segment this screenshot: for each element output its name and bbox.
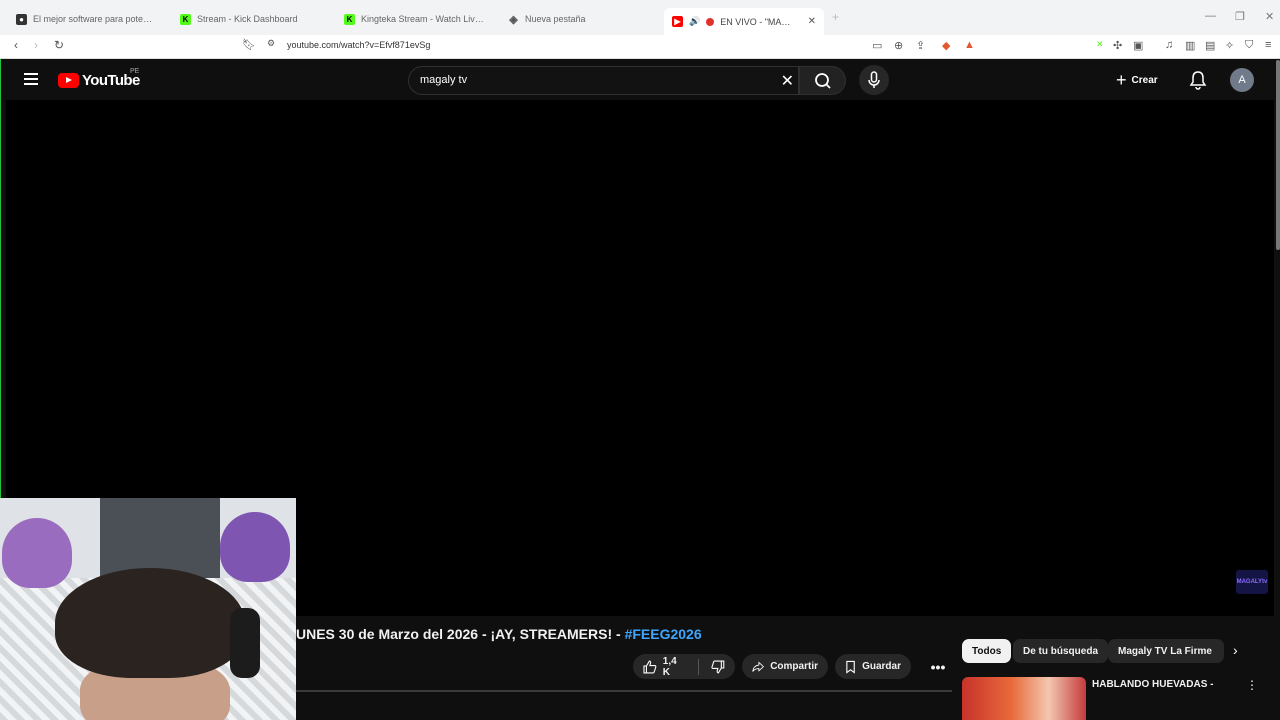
brave-shields-icon[interactable]: ◆	[942, 39, 950, 52]
reload-icon[interactable]: ↻	[54, 38, 64, 52]
live-dot-icon	[706, 17, 715, 26]
tab-close-icon[interactable]: ✕	[808, 16, 816, 27]
browser-tab-4[interactable]: ◈ Nueva pestaña	[500, 8, 660, 30]
search-icon	[815, 73, 831, 89]
clear-search-icon[interactable]: ✕	[781, 71, 794, 91]
wallet-icon[interactable]: ▤	[1205, 39, 1215, 52]
youtube-logo[interactable]: YouTube PE	[58, 68, 140, 89]
search-button[interactable]	[799, 66, 846, 95]
plus-icon: +	[1116, 69, 1127, 90]
browser-tab-3[interactable]: K Kingteka Stream - Watch Live on Kick	[336, 8, 496, 30]
back-icon[interactable]: ‹	[14, 38, 18, 52]
youtube-play-icon	[58, 73, 79, 88]
video-hashtag[interactable]: #FEEG2026	[625, 626, 702, 642]
site-settings-icon[interactable]: ⚙	[267, 38, 275, 49]
speaker-icon[interactable]: 🔊	[689, 16, 700, 27]
share-button[interactable]: Compartir	[742, 654, 828, 679]
chip-de-tu-busqueda[interactable]: De tu búsqueda	[1013, 639, 1109, 663]
kick-favicon-icon: K	[180, 13, 191, 25]
browser-menu-icon[interactable]: ≡	[1265, 39, 1271, 51]
forward-icon[interactable]: ›	[34, 38, 38, 52]
create-button[interactable]: + Crear	[1116, 67, 1158, 93]
tab-label: EN VIVO - "MAGALY TV |	[720, 16, 795, 27]
streamer-hair	[55, 568, 245, 678]
tab-label: Stream - Kick Dashboard	[197, 14, 298, 24]
headset	[230, 608, 260, 678]
gengar-plush-left	[2, 518, 72, 588]
recommendation-title[interactable]: HABLANDO HUEVADAS -	[1092, 679, 1213, 690]
notifications-bell-icon[interactable]	[1189, 70, 1207, 90]
tab-label: Nueva pestaña	[525, 14, 586, 24]
kick-extension-icon[interactable]: ✕	[1096, 39, 1104, 50]
search-query: magaly tv	[420, 74, 468, 86]
region-code: PE	[130, 68, 140, 75]
like-divider	[698, 658, 700, 675]
cast-icon[interactable]: ▭	[872, 39, 882, 52]
kick-favicon-icon: K	[344, 13, 355, 25]
page-scrollbar[interactable]	[1276, 60, 1280, 250]
share-label: Compartir	[770, 661, 818, 672]
youtube-masthead: YouTube PE magaly tv ✕ + Crear A	[6, 60, 1280, 100]
leo-ai-icon[interactable]: ✧	[1225, 39, 1234, 52]
more-actions-button[interactable]: •••	[922, 654, 954, 679]
more-horizontal-icon: •••	[930, 658, 946, 675]
tab-search-icon[interactable]: ▣	[1133, 39, 1143, 52]
browser-tab-youtube-active[interactable]: ▶ 🔊 EN VIVO - "MAGALY TV | ✕	[664, 8, 824, 35]
video-title: UNES 30 de Marzo del 2026 - ¡AY, STREAME…	[296, 626, 702, 642]
chip-magaly-tv-la-firme[interactable]: Magaly TV La Firme	[1108, 639, 1224, 663]
webcam-overlay	[0, 498, 296, 720]
microphone-icon	[868, 71, 880, 88]
vpn-icon[interactable]: ⛉	[1245, 39, 1253, 52]
description-divider	[296, 690, 952, 692]
youtube-favicon-icon: ▶	[672, 16, 683, 27]
browser-tab-2[interactable]: K Stream - Kick Dashboard	[172, 8, 332, 30]
media-icon[interactable]: ♫	[1165, 39, 1173, 51]
address-bar-url[interactable]: youtube.com/watch?v=Efvf871evSg	[287, 40, 430, 50]
sidebar-icon[interactable]: ▥	[1185, 39, 1195, 52]
save-bookmark-icon	[846, 660, 855, 674]
shield-favicon-icon: ◈	[509, 13, 518, 26]
create-label: Crear	[1131, 74, 1158, 86]
zoom-icon[interactable]: ⊕	[894, 39, 903, 52]
minimize-icon[interactable]: —	[1205, 10, 1216, 22]
video-title-text: UNES 30 de Marzo del 2026 - ¡AY, STREAME…	[296, 626, 625, 642]
tab-label: El mejor software para potenciar tu	[33, 14, 156, 24]
like-count[interactable]: 1,4 K	[663, 656, 687, 678]
brave-rewards-icon[interactable]: ▲	[964, 39, 975, 51]
more-vertical-icon[interactable]: ⋮	[1246, 678, 1258, 692]
browser-tab-bar: ● El mejor software para potenciar tu K …	[0, 0, 1280, 35]
new-tab-button[interactable]: +	[832, 10, 839, 24]
chip-todos[interactable]: Todos	[962, 639, 1012, 663]
guide-menu-icon[interactable]	[24, 73, 38, 85]
channel-watermark[interactable]: MAGALYtv	[1236, 570, 1268, 594]
save-button[interactable]: Guardar	[835, 654, 911, 679]
browser-toolbar: ‹ › ↻ 🔖︎ ⚙ youtube.com/watch?v=Efvf871ev…	[0, 35, 1280, 59]
webcam-shelf	[100, 498, 220, 578]
tab-label: Kingteka Stream - Watch Live on Kick	[361, 14, 488, 24]
like-dislike-group: 1,4 K	[633, 654, 735, 679]
dislike-icon[interactable]	[711, 660, 725, 674]
tab-favicon-icon: ●	[16, 13, 27, 25]
save-label: Guardar	[862, 661, 901, 672]
restore-icon[interactable]: ❐	[1235, 10, 1245, 23]
browser-tab-1[interactable]: ● El mejor software para potenciar tu	[8, 8, 164, 30]
bookmark-icon[interactable]: 🔖︎	[242, 38, 256, 51]
gengar-plush-right	[220, 512, 290, 582]
search-input[interactable]: magaly tv ✕	[408, 66, 799, 95]
recommendation-thumbnail[interactable]	[962, 677, 1086, 720]
window-close-icon[interactable]: ✕	[1265, 10, 1274, 23]
chevron-right-icon[interactable]: ›	[1233, 642, 1238, 658]
avatar[interactable]: A	[1230, 68, 1254, 92]
voice-search-button[interactable]	[859, 65, 889, 95]
extensions-icon[interactable]: ✣	[1113, 39, 1122, 52]
like-icon[interactable]	[643, 660, 657, 674]
share-page-icon[interactable]: ⇪	[916, 39, 925, 52]
share-icon	[752, 660, 765, 672]
